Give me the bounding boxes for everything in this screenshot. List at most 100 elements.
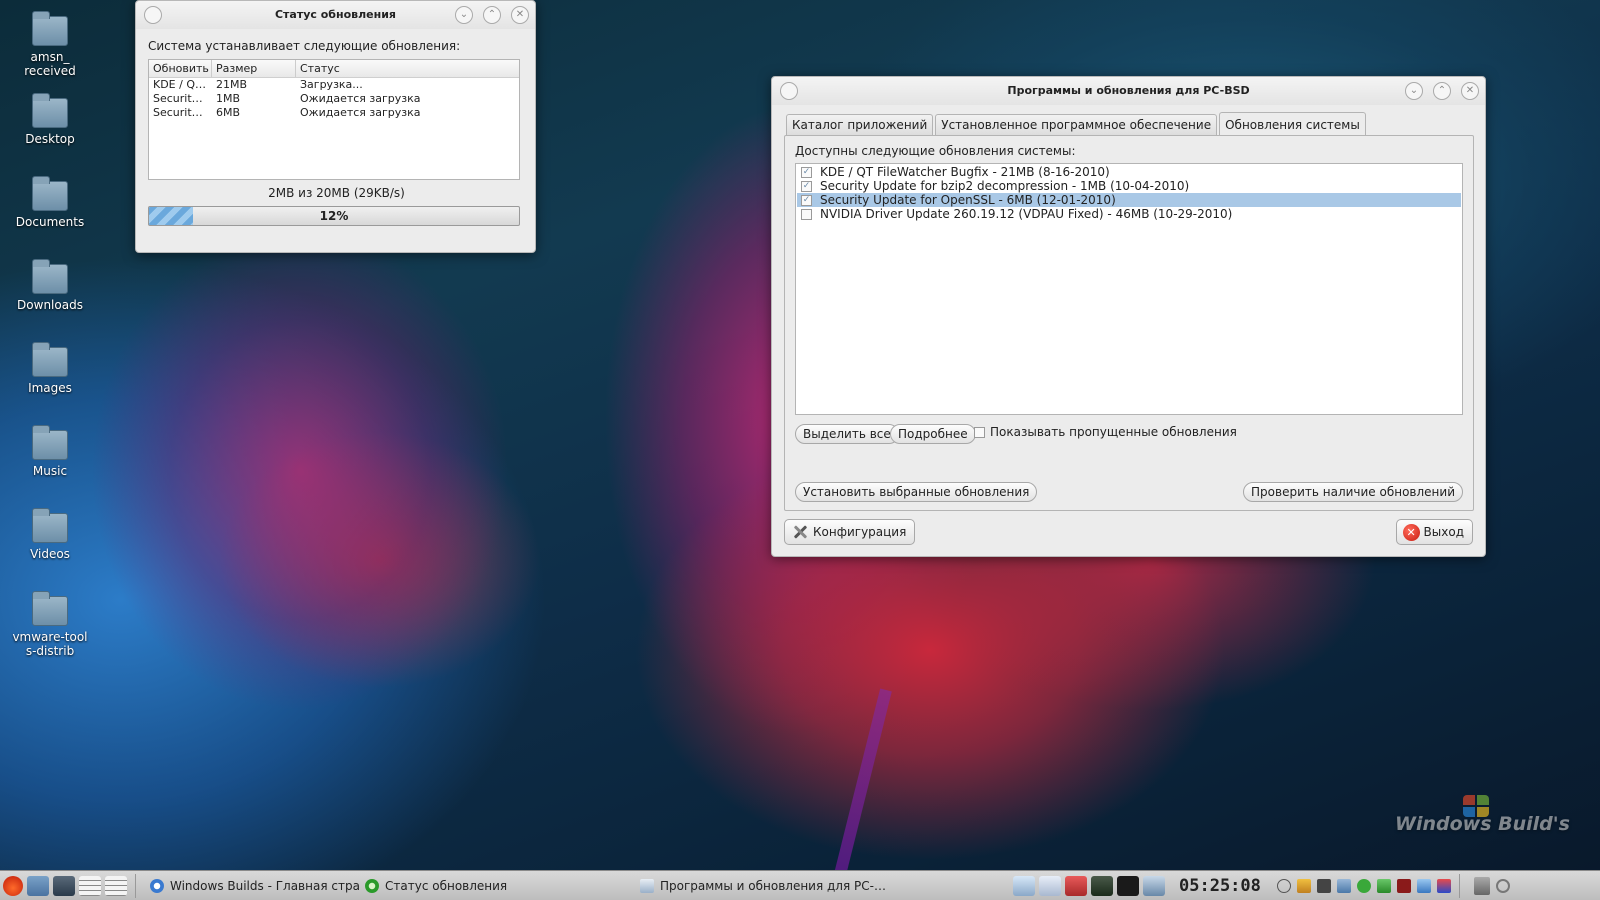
update-checkbox[interactable] (801, 208, 812, 220)
tray-updater-icon[interactable] (1416, 878, 1431, 893)
tab-app-catalog[interactable]: Каталог приложений (786, 114, 934, 136)
desktop-icon-label: Desktop (25, 132, 75, 146)
close-icon[interactable]: ✕ (511, 6, 529, 24)
desktop-icon-documents[interactable]: Documents (0, 176, 100, 229)
trash-icon[interactable] (1473, 876, 1490, 895)
table-header: Обновить Размер Статус (149, 60, 519, 78)
check-updates-button[interactable]: Проверить наличие обновлений (1243, 482, 1463, 502)
close-icon[interactable]: ✕ (1461, 82, 1479, 100)
show-skipped-checkbox[interactable] (974, 426, 985, 438)
desktop-icon-vmware[interactable]: vmware-tools-distrib (0, 591, 100, 658)
watermark: Windows Build's (1395, 813, 1570, 835)
config-button[interactable]: Конфигурация (784, 519, 916, 545)
tray-shield-icon[interactable] (1296, 878, 1311, 893)
tray-device-icon[interactable] (1316, 878, 1331, 893)
desktop-icon-videos[interactable]: Videos (0, 508, 100, 561)
column-header[interactable]: Обновить (149, 60, 212, 77)
updates-list[interactable]: ✓ KDE / QT FileWatcher Bugfix - 21MB (8-… (795, 163, 1463, 415)
notes-icon[interactable] (1039, 875, 1061, 896)
table-row[interactable]: Securit… 1MB Ожидается загрузка (149, 92, 519, 106)
update-item[interactable]: NVIDIA Driver Update 260.19.12 (VDPAU Fi… (797, 207, 1461, 221)
window-title: Статус обновления (274, 8, 396, 21)
file-manager-icon[interactable] (27, 875, 49, 896)
desktop-icon-label: Downloads (17, 298, 83, 312)
folder-red-icon[interactable] (1065, 875, 1087, 896)
task-update-status[interactable]: Статус обновления (359, 873, 634, 899)
separator (135, 873, 136, 898)
network-icon[interactable] (1013, 875, 1035, 896)
window-menu-icon[interactable] (780, 82, 798, 100)
row-size: 1MB (216, 92, 241, 105)
window-menu-icon[interactable] (144, 6, 162, 24)
desktop-icon-label: Music (32, 464, 68, 478)
desktop-icon-images[interactable]: Images (0, 342, 100, 395)
column-header[interactable]: Размер (212, 60, 296, 77)
maximize-icon[interactable]: ⌃ (483, 6, 501, 24)
titlebar[interactable]: Программы и обновления для PC-BSD ⌄ ⌃ ✕ (772, 77, 1485, 105)
update-icon (365, 878, 379, 893)
table-row[interactable]: Securit… 6MB Ожидается загрузка (149, 106, 519, 120)
row-name: Securit… (153, 92, 203, 105)
terminal-icon[interactable] (1117, 875, 1139, 896)
updates-window: Программы и обновления для PC-BSD ⌄ ⌃ ✕ … (771, 76, 1486, 557)
tray-flag-icon[interactable] (1436, 878, 1451, 893)
maximize-icon[interactable]: ⌃ (1433, 82, 1451, 100)
start-menu-icon[interactable] (3, 875, 23, 896)
update-checkbox[interactable]: ✓ (801, 194, 812, 206)
system-settings-icon[interactable] (53, 875, 75, 896)
show-skipped-label: Показывать пропущенные обновления (990, 425, 1237, 439)
folder-icon (32, 425, 68, 460)
install-selected-button[interactable]: Установить выбранные обновления (795, 482, 1038, 502)
tab-installed-software[interactable]: Установленное программное обеспечение (935, 114, 1218, 136)
download-progress-bar: 12% (148, 206, 520, 226)
clock[interactable]: 05:25:08 (1179, 876, 1261, 896)
details-button[interactable]: Подробнее (890, 424, 976, 444)
desktop-pager-icon[interactable] (105, 875, 127, 896)
cashew-icon[interactable] (1495, 878, 1510, 893)
tab-bar: Каталог приложений Установленное програм… (786, 112, 1368, 136)
desktop-icon-amsn[interactable]: amsn_ received (0, 11, 100, 78)
tray-keyboard-icon[interactable] (1396, 878, 1411, 893)
separator (1458, 873, 1460, 898)
window-icon (640, 878, 654, 893)
tray-arrow-icon[interactable] (1276, 878, 1291, 893)
tray-user-icon[interactable] (1376, 878, 1391, 893)
row-status: Ожидается загрузка (300, 106, 421, 119)
update-label: Security Update for bzip2 decompression … (820, 179, 1190, 193)
desktop-icon-downloads[interactable]: Downloads (0, 259, 100, 312)
minimize-icon[interactable]: ⌄ (455, 6, 473, 24)
update-checkbox[interactable]: ✓ (801, 180, 812, 192)
task-updates-window[interactable]: Программы и обновления для PC-… (634, 873, 1009, 899)
tray-network-icon[interactable] (1336, 878, 1351, 893)
exit-button[interactable]: ✕ Выход (1395, 519, 1473, 545)
minimize-icon[interactable]: ⌄ (1405, 82, 1423, 100)
monitor-icon[interactable] (1091, 875, 1113, 896)
folder-icon (32, 508, 68, 543)
table-row[interactable]: KDE / Q… 21MB Загрузка... (149, 78, 519, 92)
column-header[interactable]: Статус (296, 60, 519, 77)
update-item[interactable]: ✓ Security Update for bzip2 decompressio… (797, 179, 1461, 193)
titlebar[interactable]: Статус обновления ⌄ ⌃ ✕ (136, 1, 535, 29)
printer-icon[interactable] (1143, 875, 1165, 896)
row-name: KDE / Q… (153, 78, 206, 91)
desktop-icon-label: vmware-tools-distrib (12, 630, 88, 658)
tab-system-updates[interactable]: Обновления системы (1219, 112, 1366, 136)
update-checkbox[interactable]: ✓ (801, 166, 812, 178)
task-label: Программы и обновления для PC-… (660, 878, 886, 893)
folder-icon (32, 93, 68, 128)
folder-icon (32, 342, 68, 377)
desktop-icon-music[interactable]: Music (0, 425, 100, 478)
system-updates-panel: Доступны следующие обновления системы: ✓… (784, 135, 1474, 511)
status-table[interactable]: Обновить Размер Статус KDE / Q… 21MB Заг… (148, 59, 520, 180)
update-item[interactable]: ✓ Security Update for OpenSSL - 6MB (12-… (797, 193, 1461, 207)
desktop-pager-icon[interactable] (79, 875, 101, 896)
show-skipped-toggle[interactable]: Показывать пропущенные обновления (974, 425, 1237, 439)
desktop-icon-label: Videos (30, 547, 70, 561)
update-item[interactable]: ✓ KDE / QT FileWatcher Bugfix - 21MB (8-… (797, 165, 1461, 179)
desktop-icon-desktop[interactable]: Desktop (0, 93, 100, 146)
tray-check-icon[interactable] (1356, 878, 1371, 893)
taskbar: Windows Builds - Главная страни… Статус … (0, 870, 1600, 900)
row-status: Загрузка... (300, 78, 363, 91)
task-browser[interactable]: Windows Builds - Главная страни… (144, 873, 359, 899)
select-all-button[interactable]: Выделить все (795, 424, 899, 444)
